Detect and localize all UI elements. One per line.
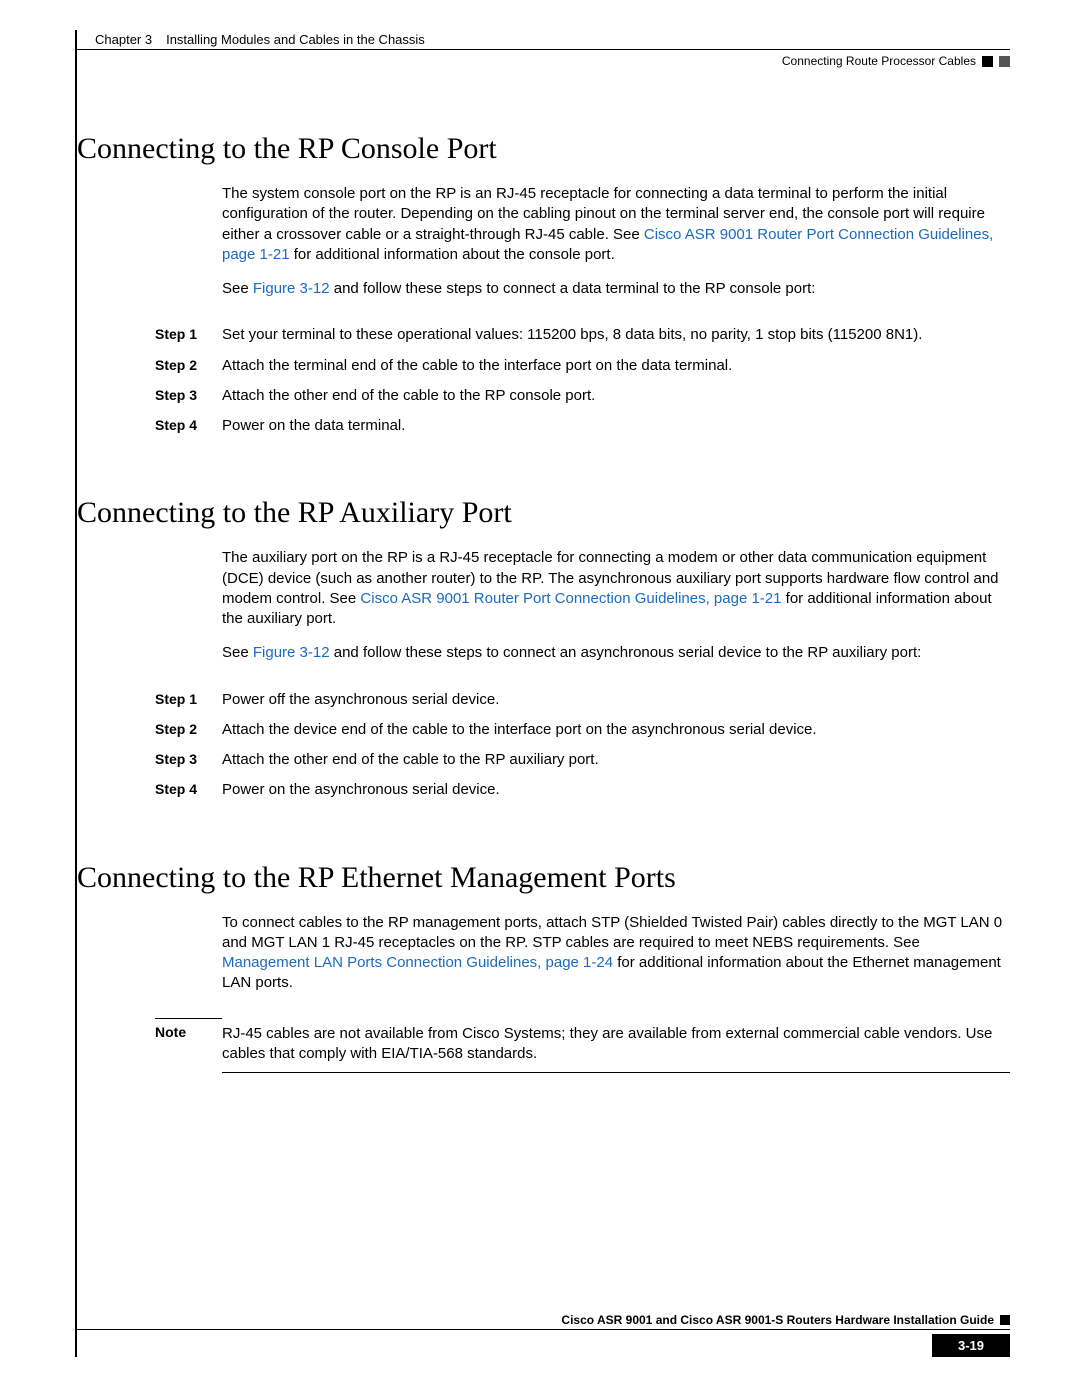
step-label: Step 3 — [155, 386, 222, 406]
footer-bar: 3-19 — [77, 1334, 1010, 1357]
section-heading-eth: Connecting to the RP Ethernet Management… — [77, 861, 1010, 895]
link-port-guidelines[interactable]: Cisco ASR 9001 Router Port Connection Gu… — [360, 590, 781, 607]
decorative-square-icon — [1000, 1315, 1010, 1325]
paragraph: See Figure 3-12 and follow these steps t… — [222, 643, 1010, 663]
step-label: Step 2 — [155, 720, 222, 740]
step-text: Attach the other end of the cable to the… — [222, 386, 1010, 406]
step-row: Step 2Attach the device end of the cable… — [155, 720, 1010, 740]
section-heading-aux: Connecting to the RP Auxiliary Port — [77, 496, 1010, 530]
page-frame: Chapter 3 Installing Modules and Cables … — [75, 30, 1010, 1357]
steps-console: Step 1Set your terminal to these operati… — [155, 325, 1010, 436]
step-label: Step 1 — [155, 325, 222, 345]
decorative-square-icon — [982, 56, 993, 67]
step-label: Step 2 — [155, 356, 222, 376]
section-heading-console: Connecting to the RP Console Port — [77, 132, 1010, 166]
link-mgmt-guidelines[interactable]: Management LAN Ports Connection Guidelin… — [222, 954, 613, 971]
note-text: RJ-45 cables are not available from Cisc… — [222, 1024, 1010, 1074]
step-label: Step 4 — [155, 780, 222, 800]
running-header: Chapter 3 Installing Modules and Cables … — [77, 30, 1010, 49]
step-row: Step 2Attach the terminal end of the cab… — [155, 356, 1010, 376]
step-label: Step 1 — [155, 690, 222, 710]
note-block: Note RJ-45 cables are not available from… — [155, 1024, 1010, 1074]
header-subsection: Connecting Route Processor Cables — [77, 50, 1010, 72]
step-row: Step 1Set your terminal to these operati… — [155, 325, 1010, 345]
link-figure[interactable]: Figure 3-12 — [253, 280, 330, 297]
decorative-square-icon — [999, 56, 1010, 67]
intro-block: To connect cables to the RP management p… — [222, 913, 1010, 994]
step-text: Attach the device end of the cable to th… — [222, 720, 1010, 740]
chapter-number: Chapter 3 — [95, 32, 152, 47]
steps-aux: Step 1Power off the asynchronous serial … — [155, 690, 1010, 801]
step-text: Power off the asynchronous serial device… — [222, 690, 1010, 710]
page-content: Connecting to the RP Console Port The sy… — [77, 132, 1010, 1073]
step-row: Step 4Power on the data terminal. — [155, 416, 1010, 436]
note-label: Note — [155, 1018, 222, 1042]
step-row: Step 3Attach the other end of the cable … — [155, 750, 1010, 770]
step-row: Step 1Power off the asynchronous serial … — [155, 690, 1010, 710]
chapter-title: Installing Modules and Cables in the Cha… — [166, 32, 425, 47]
step-text: Set your terminal to these operational v… — [222, 325, 1010, 345]
page-footer: Cisco ASR 9001 and Cisco ASR 9001-S Rout… — [77, 1313, 1010, 1357]
page-number: 3-19 — [932, 1334, 1010, 1357]
step-text: Attach the terminal end of the cable to … — [222, 356, 1010, 376]
step-label: Step 3 — [155, 750, 222, 770]
intro-block: The auxiliary port on the RP is a RJ-45 … — [222, 548, 1010, 663]
intro-block: The system console port on the RP is an … — [222, 184, 1010, 299]
paragraph: See Figure 3-12 and follow these steps t… — [222, 279, 1010, 299]
paragraph: The system console port on the RP is an … — [222, 184, 1010, 265]
subsection-name: Connecting Route Processor Cables — [782, 54, 976, 68]
step-row: Step 3Attach the other end of the cable … — [155, 386, 1010, 406]
step-text: Power on the asynchronous serial device. — [222, 780, 1010, 800]
step-row: Step 4Power on the asynchronous serial d… — [155, 780, 1010, 800]
step-text: Attach the other end of the cable to the… — [222, 750, 1010, 770]
step-text: Power on the data terminal. — [222, 416, 1010, 436]
footer-guide-title: Cisco ASR 9001 and Cisco ASR 9001-S Rout… — [77, 1313, 1010, 1330]
link-figure[interactable]: Figure 3-12 — [253, 644, 330, 661]
step-label: Step 4 — [155, 416, 222, 436]
paragraph: To connect cables to the RP management p… — [222, 913, 1010, 994]
paragraph: The auxiliary port on the RP is a RJ-45 … — [222, 548, 1010, 629]
